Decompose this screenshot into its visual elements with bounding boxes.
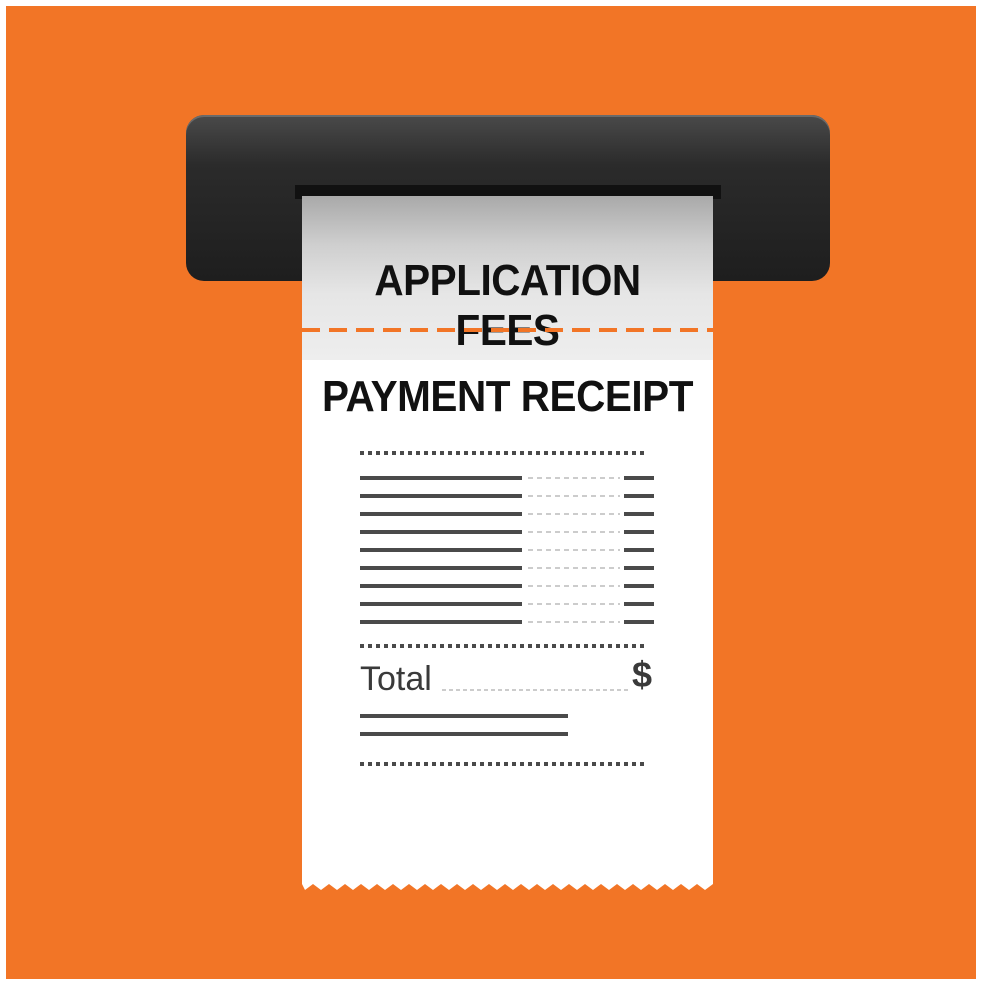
receipt-icon: PAYMENT RECEIPT Total $ bbox=[302, 360, 713, 884]
total-label: Total bbox=[360, 660, 432, 698]
perforation-line bbox=[302, 328, 713, 332]
total-currency: $ bbox=[632, 654, 653, 695]
receipt-lines bbox=[360, 451, 654, 766]
torn-edge bbox=[302, 876, 713, 890]
receipt-stub: APPLICATION FEES bbox=[302, 196, 713, 360]
stub-title: APPLICATION FEES bbox=[374, 256, 641, 355]
